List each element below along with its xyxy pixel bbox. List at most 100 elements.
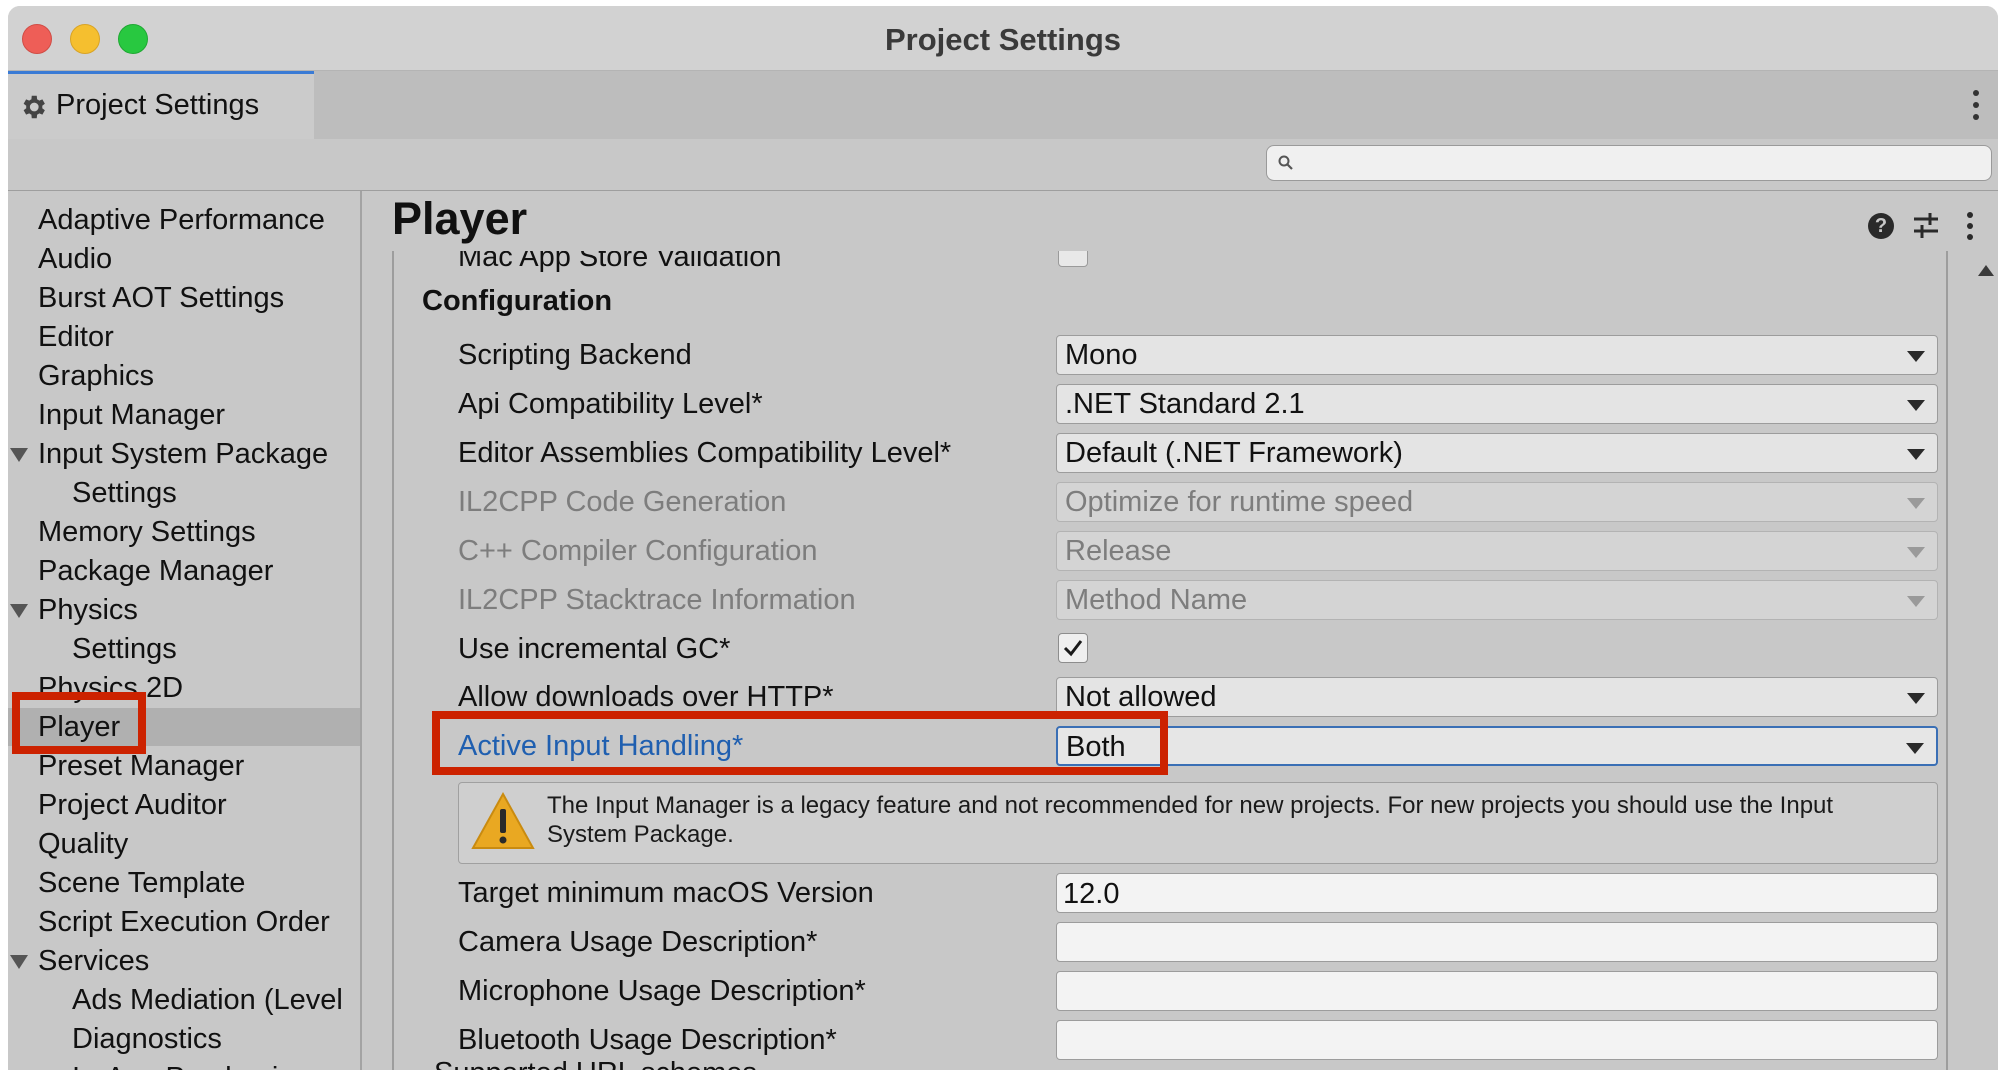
tab-strip: Project Settings [8,71,1998,139]
search-icon [1278,155,1293,170]
chevron-down-icon [1907,400,1925,411]
dropdown-value: Mono [1065,339,1138,371]
sidebar-item-ads-mediation[interactable]: Ads Mediation (Level [8,981,360,1019]
input-manager-warning: The Input Manager is a legacy feature an… [458,782,1938,864]
editor-assemblies-row: Editor Assemblies Compatibility Level* D… [394,431,1946,475]
sidebar-item-physics[interactable]: Physics [8,591,360,629]
search-input[interactable] [1266,145,1992,181]
sidebar-item-project-auditor[interactable]: Project Auditor [8,786,360,824]
expand-arrow-icon[interactable] [10,604,28,618]
more-options-icon[interactable] [1972,89,1980,121]
sidebar-item-label: Input Manager [38,399,226,431]
sidebar-item-label: Script Execution Order [38,906,330,938]
il2cpp-codegen-row: IL2CPP Code Generation Optimize for runt… [394,480,1946,524]
sidebar-item-quality[interactable]: Quality [8,825,360,863]
help-icon[interactable]: ? [1868,213,1894,239]
bluetooth-usage-field[interactable] [1056,1020,1938,1060]
sidebar-item-label: Package Manager [38,555,274,587]
expand-arrow-icon[interactable] [10,448,28,462]
sidebar-item-label: Graphics [38,360,155,392]
row-label: Scripting Backend [458,339,692,371]
sidebar-item-burst-aot-settings[interactable]: Burst AOT Settings [8,279,360,317]
preset-sliders-icon[interactable] [1912,211,1940,241]
row-label: Editor Assemblies Compatibility Level* [458,437,952,469]
sidebar-item-in-app-purchasing[interactable]: In-App Purchasing [8,1059,360,1070]
sidebar-item-graphics[interactable]: Graphics [8,357,360,395]
sidebar-item-label: Burst AOT Settings [38,282,285,314]
sidebar-item-editor[interactable]: Editor [8,318,360,356]
scroll-up-arrow-icon[interactable] [1978,265,1994,276]
sidebar-item-label: Preset Manager [38,750,245,782]
scripting-backend-row: Scripting Backend Mono [394,333,1946,377]
sidebar-item-label: Editor [38,321,114,353]
expand-arrow-icon[interactable] [10,955,28,969]
player-settings-panel: Player ? Mac App Store Validation Config… [362,191,1998,1070]
sidebar-item-package-manager[interactable]: Package Manager [8,552,360,590]
tab-label: Project Settings [56,89,260,121]
dropdown-value: Optimize for runtime speed [1065,486,1414,518]
active-input-handling-dropdown[interactable]: Both [1056,726,1938,766]
dropdown-value: Not allowed [1065,681,1217,713]
editor-assemblies-dropdown[interactable]: Default (.NET Framework) [1056,433,1938,473]
warning-icon [471,791,535,849]
search-row [8,139,1998,191]
clipped-row-checkbox[interactable] [1058,251,1088,267]
sidebar-item-label: Services [38,945,150,977]
row-label: Bluetooth Usage Description* [458,1024,837,1056]
sidebar-item-scene-template[interactable]: Scene Template [8,864,360,902]
sidebar-item-label: Project Auditor [38,789,227,821]
more-options-icon[interactable] [1966,211,1974,241]
chevron-down-icon [1907,596,1925,607]
chevron-down-icon [1907,547,1925,558]
sidebar-item-physics-settings[interactable]: Settings [8,630,360,668]
sidebar-item-audio[interactable]: Audio [8,240,360,278]
microphone-usage-row: Microphone Usage Description* [394,969,1946,1013]
supported-url-schemes-foldout[interactable]: Supported URL schemes [434,1057,757,1070]
sidebar-item-label: Settings [72,633,177,665]
sidebar-item-input-system-settings[interactable]: Settings [8,474,360,512]
sidebar-item-label: Settings [72,477,177,509]
settings-sidebar: Adaptive Performance Audio Burst AOT Set… [8,191,362,1070]
target-macos-row: Target minimum macOS Version 12.0 [394,871,1946,915]
target-macos-field[interactable]: 12.0 [1056,873,1938,913]
row-label: IL2CPP Stacktrace Information [458,584,856,616]
allow-http-dropdown[interactable]: Not allowed [1056,677,1938,717]
api-compatibility-dropdown[interactable]: .NET Standard 2.1 [1056,384,1938,424]
api-compatibility-row: Api Compatibility Level* .NET Standard 2… [394,382,1946,426]
page-title: Player [392,193,528,244]
sidebar-item-services[interactable]: Services [8,942,360,980]
tab-project-settings[interactable]: Project Settings [8,71,314,139]
dropdown-value: Release [1065,535,1172,567]
sidebar-item-input-manager[interactable]: Input Manager [8,396,360,434]
chevron-down-icon [1907,351,1925,362]
sidebar-item-diagnostics[interactable]: Diagnostics [8,1020,360,1058]
gear-icon [23,95,45,119]
microphone-usage-field[interactable] [1056,971,1938,1011]
field-value: 12.0 [1063,878,1120,910]
sidebar-item-label: Memory Settings [38,516,256,548]
scripting-backend-dropdown[interactable]: Mono [1056,335,1938,375]
cpp-compiler-row: C++ Compiler Configuration Release [394,529,1946,573]
chevron-down-icon [1907,449,1925,460]
warning-text: The Input Manager is a legacy feature an… [547,792,1834,848]
camera-usage-field[interactable] [1056,922,1938,962]
sidebar-item-label: In-App Purchasing [72,1062,311,1070]
cpp-compiler-dropdown: Release [1056,531,1938,571]
il2cpp-codegen-dropdown: Optimize for runtime speed [1056,482,1938,522]
sidebar-item-label: Diagnostics [72,1023,222,1055]
window-title: Project Settings [885,22,1121,57]
sidebar-item-adaptive-performance[interactable]: Adaptive Performance [8,201,360,239]
row-label: C++ Compiler Configuration [458,535,818,567]
sidebar-item-input-system-package[interactable]: Input System Package [8,435,360,473]
incremental-gc-checkbox[interactable] [1058,633,1088,663]
sidebar-item-script-execution-order[interactable]: Script Execution Order [8,903,360,941]
sidebar-item-label: Physics [38,594,138,626]
incremental-gc-row: Use incremental GC* [394,627,1946,671]
title-bar: Project Settings [8,6,1998,71]
sidebar-item-memory-settings[interactable]: Memory Settings [8,513,360,551]
configuration-header: Configuration [422,285,613,317]
clipped-row-label: Mac App Store Validation [458,251,782,273]
active-input-highlight-box [432,711,1168,775]
chevron-down-icon [1906,743,1924,754]
row-label: Microphone Usage Description* [458,975,866,1007]
